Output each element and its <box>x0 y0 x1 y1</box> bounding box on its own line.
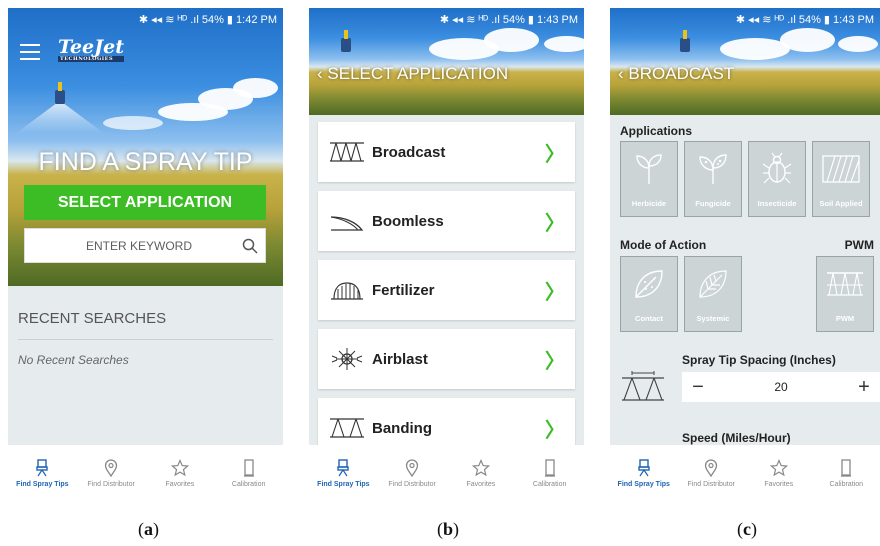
spray-tip-spacing-label: Spray Tip Spacing (Inches) <box>682 353 836 367</box>
list-item-fertilizer[interactable]: Fertilizer 〉 <box>318 260 575 320</box>
nav-find-distributor[interactable]: Find Distributor <box>77 445 146 501</box>
chevron-right-icon: 〉 <box>545 143 565 166</box>
teejet-logo: TeeJet TECHNOLOGIES <box>58 36 124 62</box>
leaf-spots-icon <box>699 154 727 184</box>
tile-soil-applied[interactable]: Soil Applied <box>812 141 870 217</box>
fertilizer-icon <box>331 282 363 300</box>
screen-find-spray-tip: ✱ ◂◂ ≋ ᴴᴰ .ıl 54% ▮ 1:42 PM TeeJet TECHN… <box>8 8 283 501</box>
location-pin-icon <box>405 458 419 477</box>
chevron-right-icon: 〉 <box>545 212 565 235</box>
star-icon <box>769 458 788 476</box>
status-bar: ✱ ◂◂ ≋ ᴴᴰ .ıl 54% ▮ 1:42 PM <box>138 13 277 26</box>
chevron-right-icon: 〉 <box>545 419 565 442</box>
divider <box>18 339 273 340</box>
broadcast-icon <box>330 142 364 162</box>
screen-broadcast: ✱ ◂◂ ≋ ᴴᴰ .ıl 54% ▮ 1:43 PM ‹ BROADCAST … <box>610 8 880 501</box>
screen-select-application: ✱ ◂◂ ≋ ᴴᴰ .ıl 54% ▮ 1:43 PM ‹ SELECT APP… <box>309 8 584 501</box>
pwm-heading: PWM <box>844 238 874 252</box>
bottom-nav: Find Spray Tips Find Distributor Favorit… <box>8 445 283 501</box>
recent-searches-heading: RECENT SEARCHES <box>18 310 167 327</box>
nav-calibration[interactable]: Calibration <box>214 445 283 501</box>
minus-button[interactable]: − <box>682 376 714 399</box>
leaf-contact-icon <box>635 270 663 298</box>
plus-button[interactable]: + <box>848 376 880 399</box>
nav-calibration[interactable]: Calibration <box>813 445 880 501</box>
recent-searches-empty: No Recent Searches <box>18 353 129 367</box>
caption-a: (a) <box>138 519 159 539</box>
nav-favorites[interactable]: Favorites <box>447 445 516 501</box>
chevron-right-icon: 〉 <box>545 350 565 373</box>
nav-find-distributor[interactable]: Find Distributor <box>678 445 746 501</box>
back-chevron-icon[interactable]: ‹ <box>618 64 628 83</box>
spray-tip-icon <box>337 458 350 476</box>
spray-tip-icon <box>638 458 650 476</box>
search-bar <box>24 228 266 263</box>
boomless-icon <box>330 216 364 231</box>
page-title[interactable]: ‹ BROADCAST <box>618 64 734 84</box>
tile-fungicide[interactable]: Fungicide <box>684 141 742 217</box>
list-item-airblast[interactable]: Airblast 〉 <box>318 329 575 389</box>
page-title: FIND A SPRAY TIP <box>38 148 253 176</box>
status-bar: ✱ ◂◂ ≋ ᴴᴰ .ıl 54% ▮ 1:43 PM <box>735 13 874 26</box>
search-icon[interactable] <box>235 229 265 262</box>
application-list: Broadcast 〉 Boomless 〉 Fertilizer 〉 Airb… <box>318 122 575 467</box>
beetle-icon <box>762 152 792 184</box>
bottom-nav: Find Spray Tips Find Distributor Favorit… <box>309 445 584 501</box>
star-icon <box>471 458 490 476</box>
spacing-value[interactable]: 20 <box>714 380 848 394</box>
caption-b: (b) <box>437 519 460 539</box>
nav-find-distributor[interactable]: Find Distributor <box>378 445 447 501</box>
nav-favorites[interactable]: Favorites <box>146 445 215 501</box>
speed-label: Speed (Miles/Hour) <box>682 431 791 445</box>
bottom-nav: Find Spray Tips Find Distributor Favorit… <box>610 445 880 501</box>
calibration-icon <box>243 458 254 477</box>
select-application-button[interactable]: SELECT APPLICATION <box>24 185 266 220</box>
list-item-boomless[interactable]: Boomless 〉 <box>318 191 575 251</box>
nav-favorites[interactable]: Favorites <box>745 445 813 501</box>
page-title[interactable]: ‹ SELECT APPLICATION <box>317 64 508 84</box>
star-icon <box>170 458 189 476</box>
back-chevron-icon[interactable]: ‹ <box>317 64 327 83</box>
banding-icon <box>330 418 364 438</box>
keyword-input[interactable] <box>25 238 235 253</box>
nav-find-spray-tips[interactable]: Find Spray Tips <box>8 445 77 501</box>
seedling-icon <box>636 154 662 184</box>
nav-find-spray-tips[interactable]: Find Spray Tips <box>309 445 378 501</box>
chevron-right-icon: 〉 <box>545 281 565 304</box>
list-item-broadcast[interactable]: Broadcast 〉 <box>318 122 575 182</box>
airblast-icon <box>331 348 363 370</box>
calibration-icon <box>544 458 555 477</box>
leaf-systemic-icon <box>699 270 727 298</box>
field-rows-icon <box>822 155 860 183</box>
location-pin-icon <box>705 458 718 477</box>
caption-c: (c) <box>737 519 757 539</box>
nav-find-spray-tips[interactable]: Find Spray Tips <box>610 445 678 501</box>
tile-pwm[interactable]: PWM <box>816 256 874 332</box>
tip-spacing-icon <box>622 371 664 401</box>
status-bar: ✱ ◂◂ ≋ ᴴᴰ .ıl 54% ▮ 1:43 PM <box>439 13 578 26</box>
tile-insecticide[interactable]: Insecticide <box>748 141 806 217</box>
mode-of-action-heading: Mode of Action <box>620 238 707 252</box>
tile-systemic[interactable]: Systemic <box>684 256 742 332</box>
tile-contact[interactable]: Contact <box>620 256 678 332</box>
spacing-stepper: − 20 + <box>682 372 880 402</box>
calibration-icon <box>841 458 852 477</box>
applications-heading: Applications <box>620 124 693 138</box>
pwm-nozzle-icon <box>827 272 863 296</box>
nav-calibration[interactable]: Calibration <box>515 445 584 501</box>
menu-icon[interactable] <box>20 44 40 60</box>
location-pin-icon <box>104 458 118 477</box>
spray-tip-icon <box>36 458 49 476</box>
tile-herbicide[interactable]: Herbicide <box>620 141 678 217</box>
